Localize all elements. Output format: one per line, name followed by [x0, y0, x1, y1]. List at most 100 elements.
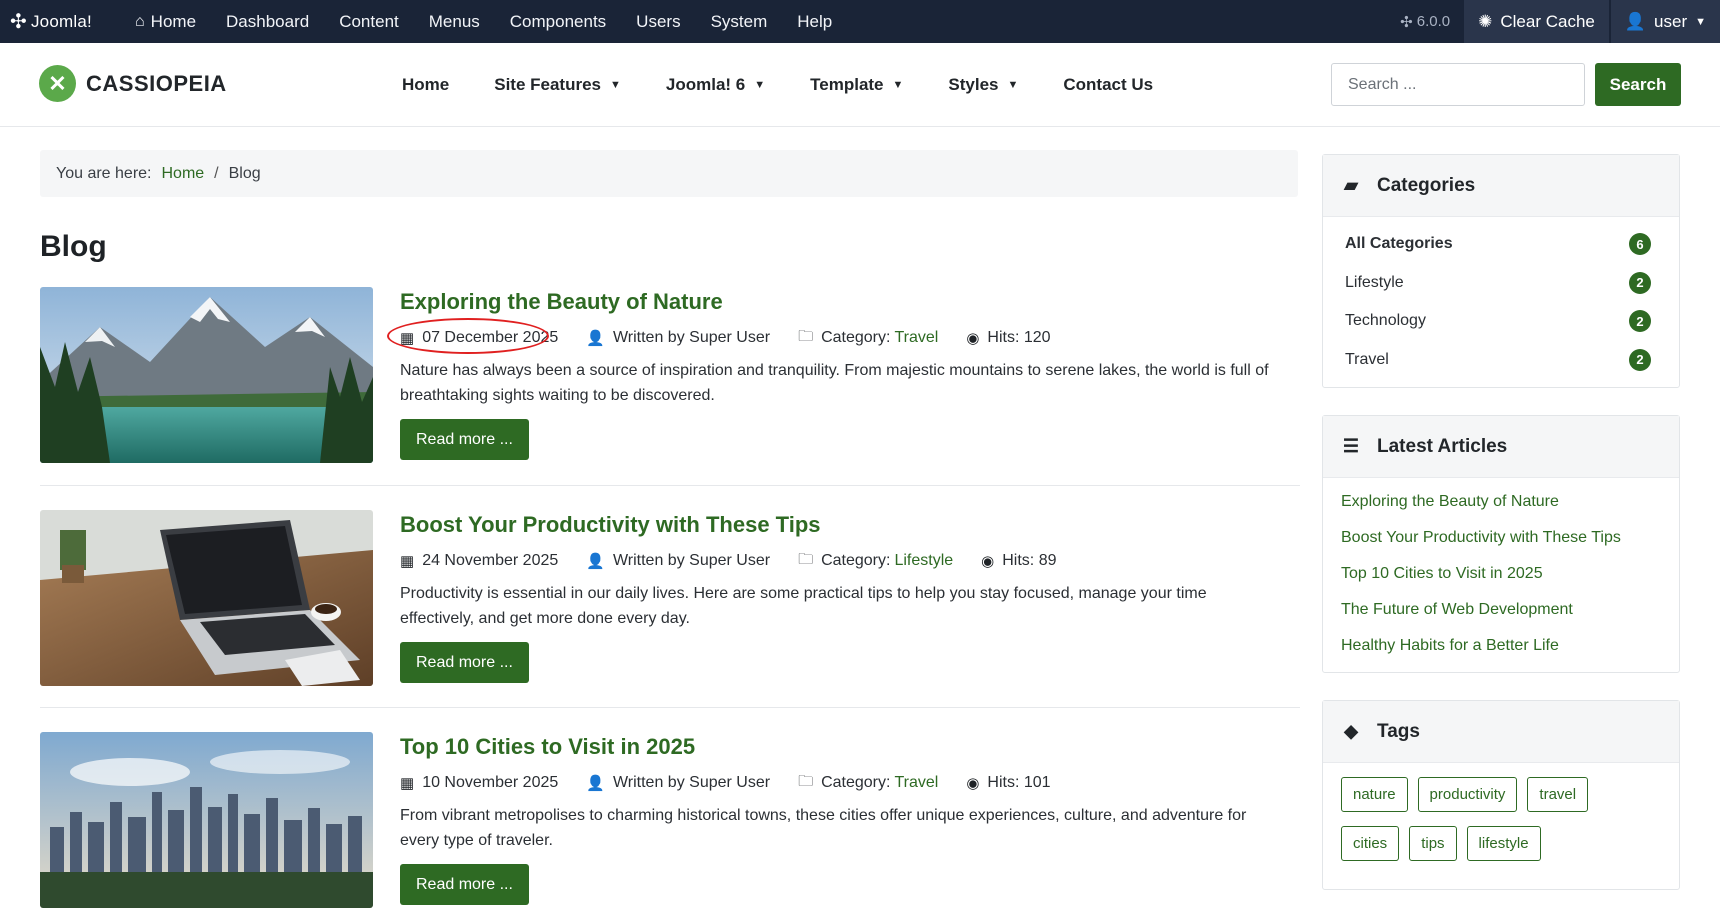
joomla-logo-icon: ✣ — [10, 11, 27, 33]
article-title-link[interactable]: Boost Your Productivity with These Tips — [400, 512, 1300, 538]
nav-site-features[interactable]: Site Features ▼ — [494, 75, 621, 95]
count-badge: 2 — [1629, 348, 1651, 371]
main-nav: Home Site Features ▼ Joomla! 6 ▼ Template ▼… — [402, 43, 1198, 127]
user-menu-button[interactable]: 👤 user ▼ — [1610, 0, 1720, 43]
article-image-mountains[interactable] — [40, 287, 373, 463]
article-category: 🗀 Category: Travel — [798, 771, 938, 796]
chevron-down-icon: ▼ — [610, 79, 621, 91]
search-button[interactable]: Search — [1595, 63, 1681, 106]
read-more-button[interactable]: Read more ... — [400, 864, 529, 905]
latest-articles-header: ☰ Latest Articles — [1323, 416, 1679, 478]
nav-contact-us[interactable]: Contact Us — [1063, 75, 1153, 95]
list-icon: ☰ — [1342, 436, 1360, 456]
joomla-brand[interactable]: ✣ Joomla! — [0, 9, 120, 34]
joomla-brand-text: Joomla! — [30, 11, 92, 31]
latest-article-link[interactable]: The Future of Web Development — [1341, 592, 1679, 628]
article-author: 👤 Written by Super User — [586, 329, 771, 347]
site-logo[interactable]: ✕ CASSIOPEIA — [39, 65, 227, 102]
article-date: ▦ 10 November 2025 — [400, 774, 559, 792]
category-item-all[interactable]: All Categories 6 — [1323, 225, 1679, 264]
tag-productivity[interactable]: productivity — [1417, 777, 1518, 812]
article-title-link[interactable]: Exploring the Beauty of Nature — [400, 289, 1300, 315]
broom-icon: ✺ — [1478, 11, 1493, 31]
eye-icon: ◉ — [981, 553, 995, 570]
count-badge: 2 — [1629, 310, 1651, 333]
article-author: 👤 Written by Super User — [586, 774, 771, 792]
tag-cities[interactable]: cities — [1341, 826, 1400, 861]
article-intro: Productivity is essential in our daily l… — [400, 585, 1207, 627]
admin-nav-home[interactable]: ⌂ Home — [120, 0, 211, 43]
user-icon: 👤 — [586, 330, 605, 347]
categories-module: ▰ Categories All Categories 6 Lifestyle 2 T… — [1322, 154, 1680, 388]
chevron-down-icon: ▼ — [892, 79, 904, 91]
calendar-icon: ▦ — [400, 775, 415, 792]
admin-toolbar: ✣ Joomla! ⌂ Home Dashboard Content Menus … — [0, 0, 1720, 43]
admin-nav-components[interactable]: Components — [495, 0, 621, 43]
article-image-laptop[interactable] — [40, 510, 373, 686]
tag-icon: ◆ — [1344, 721, 1358, 741]
joomla-small-icon: ✣ — [1400, 13, 1413, 31]
read-more-button[interactable]: Read more ... — [400, 642, 529, 683]
user-icon: 👤 — [586, 553, 605, 570]
article-category: 🗀 Category: Travel — [798, 326, 938, 351]
admin-nav-content[interactable]: Content — [324, 0, 414, 43]
tag-tips[interactable]: tips — [1409, 826, 1457, 861]
latest-article-link[interactable]: Top 10 Cities to Visit in 2025 — [1341, 556, 1679, 592]
article-item: Exploring the Beauty of Nature ▦ 07 Decem… — [40, 287, 1300, 487]
search-input[interactable] — [1331, 63, 1585, 106]
count-badge: 2 — [1629, 271, 1651, 294]
tag-lifestyle[interactable]: lifestyle — [1466, 826, 1541, 861]
home-icon: ⌂ — [135, 12, 145, 30]
admin-nav-system[interactable]: System — [696, 0, 783, 43]
category-item-travel[interactable]: Travel 2 — [1323, 341, 1679, 380]
article-author: 👤 Written by Super User — [586, 552, 771, 570]
category-link[interactable]: Travel — [894, 329, 938, 347]
article-category: 🗀 Category: Lifestyle — [798, 549, 953, 574]
article-hits: ◉ Hits: 89 — [981, 552, 1057, 570]
tag-travel[interactable]: travel — [1527, 777, 1589, 812]
nav-styles[interactable]: Styles ▼ — [948, 75, 1018, 95]
category-item-lifestyle[interactable]: Lifestyle 2 — [1323, 264, 1679, 303]
clear-cache-button[interactable]: ✺ Clear Cache — [1464, 0, 1609, 43]
admin-nav-dashboard[interactable]: Dashboard — [211, 0, 324, 43]
category-link[interactable]: Travel — [894, 774, 938, 792]
eye-icon: ◉ — [966, 330, 980, 347]
article-image-city[interactable] — [40, 732, 373, 908]
eye-icon: ◉ — [966, 775, 980, 792]
breadcrumb-current: Blog — [228, 164, 261, 182]
chevron-down-icon: ▼ — [754, 79, 766, 91]
tags-header: ◆ Tags — [1323, 701, 1679, 763]
nav-home[interactable]: Home — [402, 75, 449, 95]
admin-nav-menus[interactable]: Menus — [414, 0, 495, 43]
user-icon: 👤 — [1624, 11, 1647, 31]
breadcrumb: You are here: Home / Blog — [40, 150, 1298, 197]
nav-template[interactable]: Template ▼ — [810, 75, 903, 95]
category-item-technology[interactable]: Technology 2 — [1323, 302, 1679, 341]
latest-article-link[interactable]: Exploring the Beauty of Nature — [1341, 484, 1679, 520]
admin-nav-users[interactable]: Users — [621, 0, 695, 43]
site-header: ✕ CASSIOPEIA Home Site Features ▼ Joomla!… — [0, 43, 1720, 127]
article-hits: ◉ Hits: 101 — [966, 774, 1051, 792]
breadcrumb-home-link[interactable]: Home — [161, 165, 204, 183]
category-link[interactable]: Lifestyle — [894, 552, 953, 570]
article-title-link[interactable]: Top 10 Cities to Visit in 2025 — [400, 734, 1300, 760]
read-more-button[interactable]: Read more ... — [400, 419, 529, 460]
chevron-down-icon: ▼ — [1007, 79, 1019, 91]
latest-articles-module: ☰ Latest Articles Exploring the Beauty of… — [1322, 415, 1680, 673]
tags-module: ◆ Tags nature productivity travel cities … — [1322, 700, 1680, 890]
tag-nature[interactable]: nature — [1341, 777, 1408, 812]
latest-article-link[interactable]: Boost Your Productivity with These Tips — [1341, 520, 1679, 556]
site-name: CASSIOPEIA — [86, 70, 227, 96]
article-hits: ◉ Hits: 120 — [966, 329, 1051, 347]
page-title: Blog — [40, 230, 107, 263]
nav-joomla-6[interactable]: Joomla! 6 ▼ — [666, 75, 765, 95]
categories-header: ▰ Categories — [1323, 155, 1679, 217]
folder-icon: 🗀 — [798, 327, 814, 345]
latest-article-link[interactable]: Healthy Habits for a Better Life — [1341, 628, 1679, 664]
breadcrumb-prefix: You are here: — [56, 164, 152, 182]
admin-nav: ⌂ Home Dashboard Content Menus Components… — [120, 0, 847, 43]
admin-nav-help[interactable]: Help — [782, 0, 847, 43]
article-meta: ▦ 10 November 2025 👤 Written by Super User… — [400, 773, 1300, 793]
count-badge: 6 — [1629, 233, 1651, 256]
date-highlight-annotation — [387, 318, 549, 354]
